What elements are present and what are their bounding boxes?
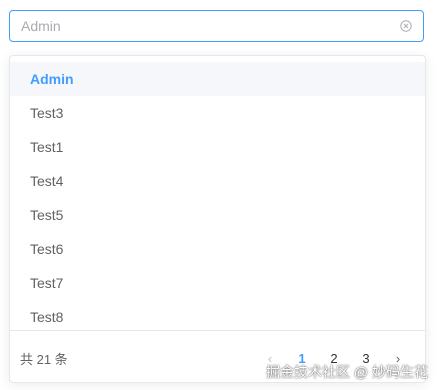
option-item[interactable]: Admin	[10, 62, 425, 96]
option-item[interactable]: Test7	[10, 266, 425, 300]
select-dropdown: Admin Test3 Test1 Test4 Test5 Test6 Test…	[9, 55, 426, 383]
option-item[interactable]: Test4	[10, 164, 425, 198]
select-input-wrapper[interactable]	[9, 10, 424, 42]
select-input[interactable]	[21, 11, 381, 41]
option-item[interactable]: Test5	[10, 198, 425, 232]
option-list[interactable]: Admin Test3 Test1 Test4 Test5 Test6 Test…	[10, 62, 425, 330]
option-item[interactable]: Test8	[10, 300, 425, 330]
watermark: 掘金技术社区 @ 妙码生花	[266, 364, 428, 380]
pagination-total: 共 21 条	[20, 352, 68, 367]
option-item[interactable]: Test1	[10, 130, 425, 164]
clear-circle-icon[interactable]	[400, 20, 412, 32]
option-item[interactable]: Test6	[10, 232, 425, 266]
option-item[interactable]: Test3	[10, 96, 425, 130]
